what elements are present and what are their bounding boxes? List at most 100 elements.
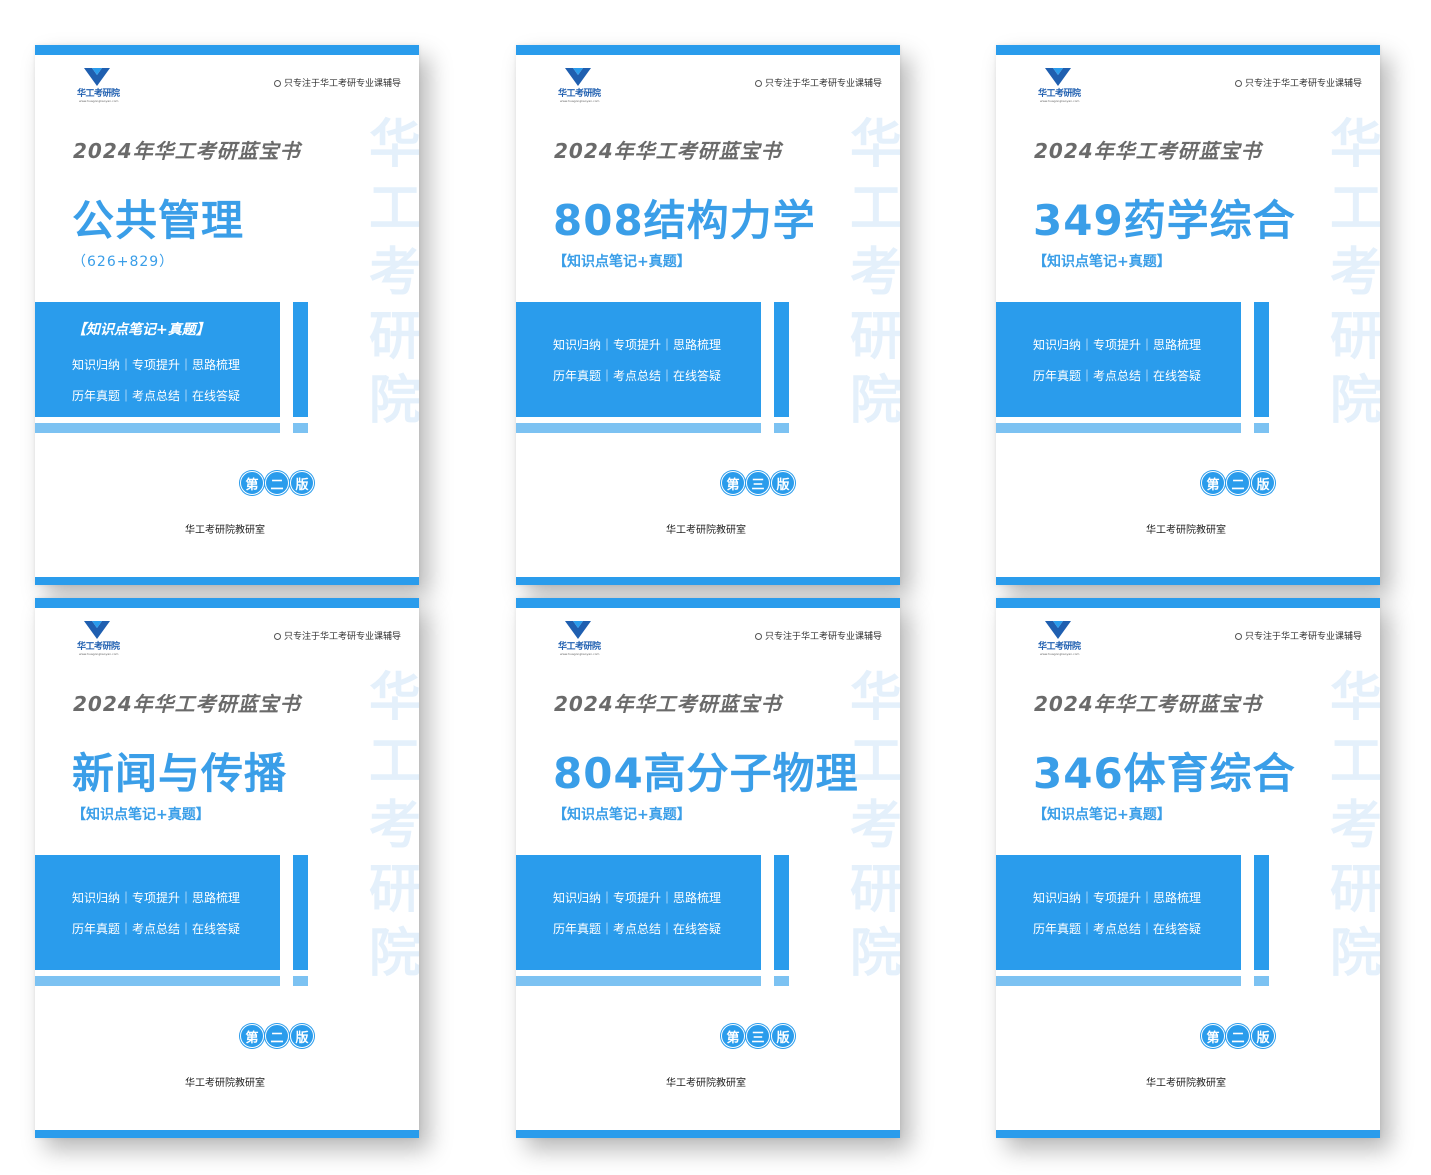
logo-text: 华工考研院 [558,89,601,99]
edition-char: 第 [721,471,745,495]
accent-strip [996,423,1241,433]
logo-url: www.huagongkaoyan.com [79,99,119,103]
edition-char: 版 [771,471,795,495]
edition-char: 版 [290,471,314,495]
feature-line-2: 历年真题｜考点总结｜在线答疑 [553,369,722,383]
feature-line-2: 历年真题｜考点总结｜在线答疑 [553,922,722,936]
logo-mark-icon [84,68,110,86]
feature-line-1: 知识归纳｜专项提升｜思路梳理 [553,891,722,905]
edition-char: 版 [1251,1024,1275,1048]
bullet-icon [1234,80,1242,87]
watermark-char: 工 [368,179,419,239]
subject-title: 804高分子物理 [553,749,859,798]
watermark-char: 研 [1329,307,1380,367]
watermark: 华 工 考 研 院 [1328,113,1380,433]
accent-bar [293,855,308,970]
subject-title: 新闻与传播 [72,749,288,798]
watermark-char: 院 [1329,371,1380,431]
accent-strip [35,423,280,433]
slogan-text: 只专注于华工考研专业课辅导 [283,632,401,642]
edition-badge: 第 二 版 [1201,1024,1275,1048]
edition-badge: 第 三 版 [721,1024,795,1048]
publisher: 华工考研院教研室 [666,525,746,536]
slogan-text: 只专注于华工考研专业课辅导 [1244,632,1362,642]
brand-logo: 华工考研院 www.huagongkaoyan.com [558,68,601,103]
accent-strip [516,423,761,433]
watermark-char: 研 [368,307,419,367]
accent-strip [293,976,308,986]
content-tag: 【知识点笔记+真题】 [553,254,691,270]
slogan-text: 只专注于华工考研专业课辅导 [764,79,882,89]
accent-bar [1254,302,1269,417]
watermark-char: 研 [849,307,900,367]
slogan: 只专注于华工考研专业课辅导 [273,629,401,642]
edition-badge: 第 三 版 [721,471,795,495]
edition-char: 第 [240,471,264,495]
watermark-char: 院 [849,924,900,984]
watermark-char: 考 [849,243,900,303]
slogan: 只专注于华工考研专业课辅导 [1234,629,1362,642]
slogan: 只专注于华工考研专业课辅导 [1234,76,1362,89]
feature-line-2: 历年真题｜考点总结｜在线答疑 [1033,922,1202,936]
watermark-char: 考 [849,796,900,856]
feature-line-2: 历年真题｜考点总结｜在线答疑 [72,389,241,403]
logo-url: www.huagongkaoyan.com [560,99,600,103]
book-cover-structural-mechanics: 华工考研院 www.huagongkaoyan.com 只专注于华工考研专业课辅… [516,45,900,585]
brand-logo: 华工考研院 www.huagongkaoyan.com [1038,68,1081,103]
publisher: 华工考研院教研室 [185,1078,265,1089]
edition-char: 第 [1201,471,1225,495]
accent-bar [774,855,789,970]
edition-char: 二 [1226,1024,1250,1048]
edition-char: 版 [1251,471,1275,495]
series-title: 2024年华工考研蓝宝书 [554,692,782,716]
watermark-char: 工 [1329,179,1380,239]
publisher: 华工考研院教研室 [1146,525,1226,536]
watermark-char: 华 [849,668,900,728]
accent-strip [1254,423,1269,433]
publisher: 华工考研院教研室 [1146,1078,1226,1089]
watermark-char: 华 [368,115,419,175]
accent-bar [774,302,789,417]
series-title: 2024年华工考研蓝宝书 [1034,692,1262,716]
subject-title: 公共管理 [72,196,245,245]
edition-char: 版 [771,1024,795,1048]
slogan-text: 只专注于华工考研专业课辅导 [283,79,401,89]
watermark-char: 华 [849,115,900,175]
series-title: 2024年华工考研蓝宝书 [554,139,782,163]
watermark-char: 院 [368,924,419,984]
bullet-icon [1234,633,1242,640]
accent-bar [293,302,308,417]
slogan: 只专注于华工考研专业课辅导 [273,76,401,89]
accent-strip [1254,976,1269,986]
watermark-char: 工 [368,732,419,792]
edition-badge: 第 二 版 [240,471,314,495]
publisher: 华工考研院教研室 [185,525,265,536]
watermark-char: 工 [1329,732,1380,792]
edition-badge: 第 二 版 [240,1024,314,1048]
watermark: 华 工 考 研 院 [367,113,419,433]
feature-line-2: 历年真题｜考点总结｜在线答疑 [1033,369,1202,383]
slogan-text: 只专注于华工考研专业课辅导 [764,632,882,642]
slogan-text: 只专注于华工考研专业课辅导 [1244,79,1362,89]
feature-line-1: 知识归纳｜专项提升｜思路梳理 [553,338,722,352]
content-tag: 【知识点笔记+真题】 [553,807,691,823]
watermark-char: 研 [1329,860,1380,920]
book-cover-polymer-physics: 华工考研院 www.huagongkaoyan.com 只专注于华工考研专业课辅… [516,598,900,1138]
content-tag: 【知识点笔记+真题】 [1033,807,1171,823]
accent-strip [774,423,789,433]
feature-panel: 知识归纳｜专项提升｜思路梳理 历年真题｜考点总结｜在线答疑 [996,855,1241,970]
feature-line-1: 知识归纳｜专项提升｜思路梳理 [1033,891,1202,905]
subject-title: 349药学综合 [1033,196,1296,245]
accent-strip [774,976,789,986]
accent-strip [516,976,761,986]
bullet-icon [754,633,762,640]
logo-mark-icon [84,621,110,639]
accent-strip [35,976,280,986]
feature-line-2: 历年真题｜考点总结｜在线答疑 [72,922,241,936]
slogan: 只专注于华工考研专业课辅导 [754,76,882,89]
book-cover-public-management: 华工考研院 www.huagongkaoyan.com 只专注于华工考研专业课辅… [35,45,419,585]
feature-line-1: 知识归纳｜专项提升｜思路梳理 [1033,338,1202,352]
watermark-char: 考 [1329,796,1380,856]
logo-mark-icon [565,68,591,86]
watermark-char: 院 [849,371,900,431]
